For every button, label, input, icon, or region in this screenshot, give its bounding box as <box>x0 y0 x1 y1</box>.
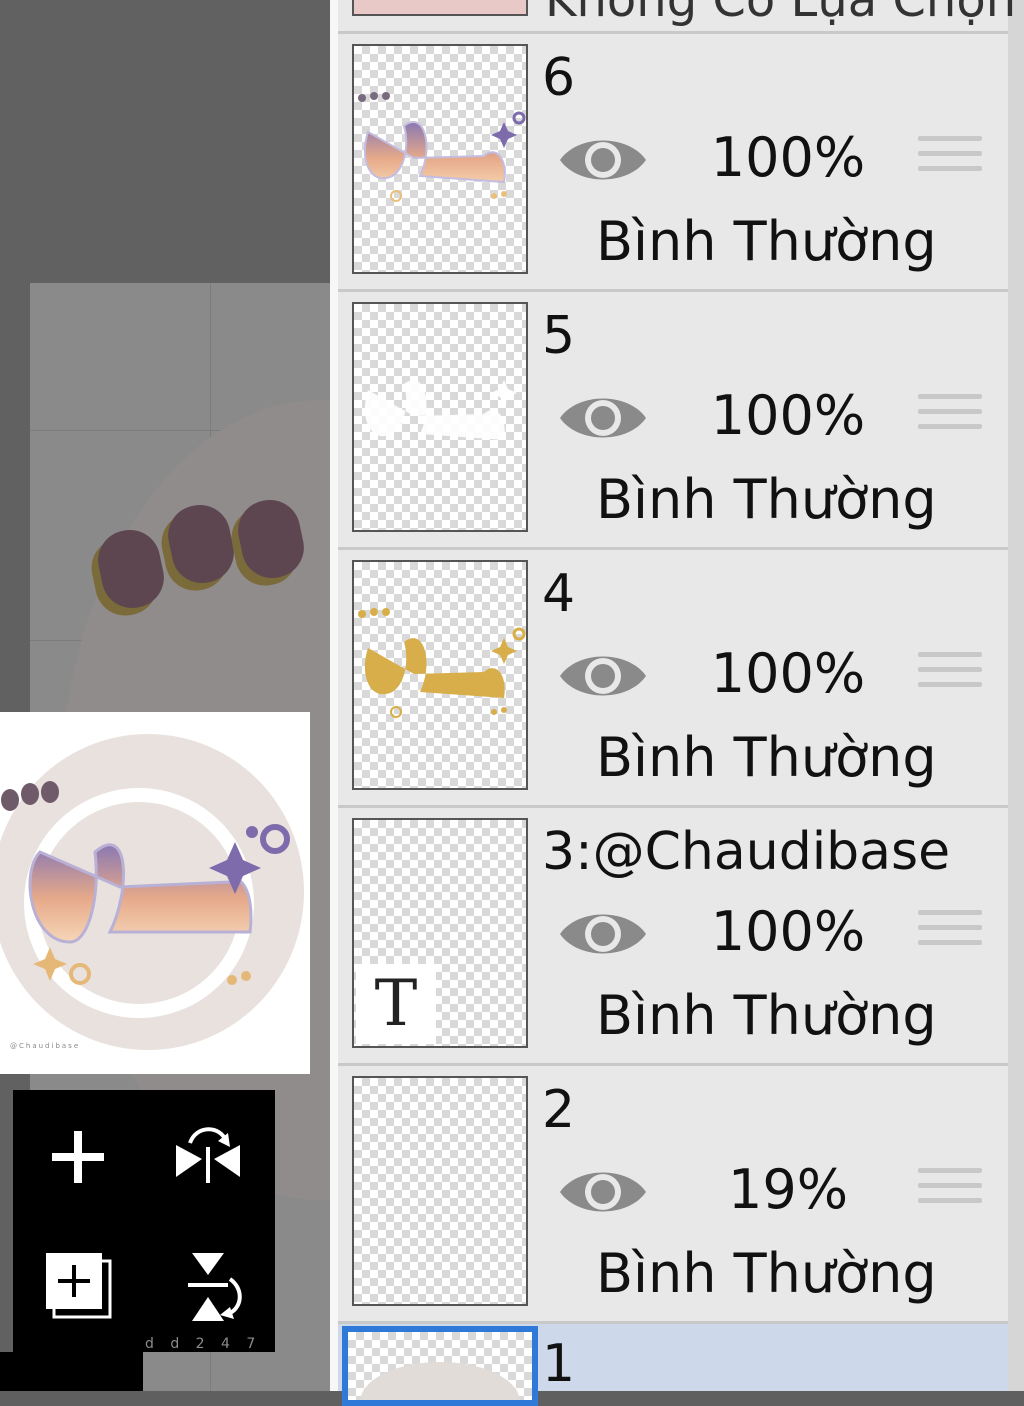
layer-row-4[interactable]: 4 100% Bình Thường <box>338 550 1008 808</box>
layer-opacity[interactable]: 100% <box>708 642 868 705</box>
layer-row-3[interactable]: T 3:@Chaudibase 100% Bình Thường <box>338 808 1008 1066</box>
selection-label: Không Có Lựa Chọn <box>545 0 1017 28</box>
layer-row-6[interactable]: 6 100% Bình Thường <box>338 34 1008 292</box>
add-layer-button[interactable] <box>23 1102 133 1212</box>
layer-opacity[interactable]: 19% <box>708 1158 868 1221</box>
layer-thumbnail <box>352 560 528 790</box>
drag-handle-icon[interactable] <box>918 136 982 192</box>
layer-opacity[interactable]: 100% <box>708 900 868 963</box>
layer-blend-mode[interactable]: Bình Thường <box>596 210 937 273</box>
layer-blend-mode[interactable]: Bình Thường <box>596 984 937 1047</box>
flip-horizontal-icon <box>176 1127 240 1183</box>
toolbox-strip <box>0 1352 143 1391</box>
layer-name: 2 <box>542 1080 576 1140</box>
layer-thumbnail <box>352 302 528 532</box>
drag-handle-icon[interactable] <box>918 394 982 450</box>
flip-vertical-icon <box>188 1253 242 1321</box>
layer-thumbnail <box>352 1076 528 1306</box>
eye-icon[interactable] <box>558 1162 648 1222</box>
preview-watermark: @Chaudibase <box>10 1042 81 1050</box>
duplicate-layer-icon <box>46 1253 112 1319</box>
layer-opacity[interactable]: 100% <box>708 384 868 447</box>
layer-row-1[interactable]: 1 <box>338 1324 1008 1406</box>
thumbnail-artwork <box>358 608 526 718</box>
layer-name: 1 <box>542 1334 576 1394</box>
thumbnail-artwork <box>364 380 517 440</box>
ruler-ticks: d d 2 4 7 <box>145 1336 262 1352</box>
layer-row-2[interactable]: 2 19% Bình Thường <box>338 1066 1008 1324</box>
drag-handle-icon[interactable] <box>918 1168 982 1224</box>
canvas-area[interactable]: @Chaudibase d d 2 4 7 <box>0 0 330 1391</box>
layer-name: 4 <box>542 564 576 624</box>
layer-thumbnail: T <box>352 818 528 1048</box>
drag-handle-icon[interactable] <box>918 910 982 966</box>
drag-handle-icon[interactable] <box>918 652 982 708</box>
eye-icon[interactable] <box>558 388 648 448</box>
preview-artwork <box>1 781 290 985</box>
layer-opacity[interactable]: 100% <box>708 126 868 189</box>
eye-icon[interactable] <box>558 904 648 964</box>
eye-icon[interactable] <box>558 646 648 706</box>
layer-blend-mode[interactable]: Bình Thường <box>596 468 937 531</box>
preview-navigator[interactable]: @Chaudibase <box>0 712 310 1074</box>
eye-icon[interactable] <box>558 130 648 190</box>
layer-name: 6 <box>542 48 576 108</box>
layer-toolbox <box>13 1090 275 1352</box>
layer-row-5[interactable]: 5 100% Bình Thường <box>338 292 1008 550</box>
flip-vertical-button[interactable] <box>153 1230 263 1340</box>
panel-scrollbar[interactable] <box>1008 0 1024 1391</box>
panel-edge <box>330 0 338 1391</box>
selection-thumbnail <box>352 0 528 16</box>
thumbnail-artwork <box>360 1362 520 1400</box>
layer-name: 5 <box>542 306 576 366</box>
layer-blend-mode[interactable]: Bình Thường <box>596 1242 937 1305</box>
layer-thumbnail <box>352 44 528 274</box>
text-layer-badge: T <box>356 964 436 1044</box>
add-layer-icon <box>52 1131 104 1183</box>
thumbnail-artwork <box>358 92 526 202</box>
layer-name: 3:@Chaudibase <box>542 822 951 882</box>
flip-horizontal-button[interactable] <box>153 1102 263 1212</box>
duplicate-layer-button[interactable] <box>23 1230 133 1340</box>
layer-thumbnail <box>342 1326 538 1406</box>
layer-blend-mode[interactable]: Bình Thường <box>596 726 937 789</box>
